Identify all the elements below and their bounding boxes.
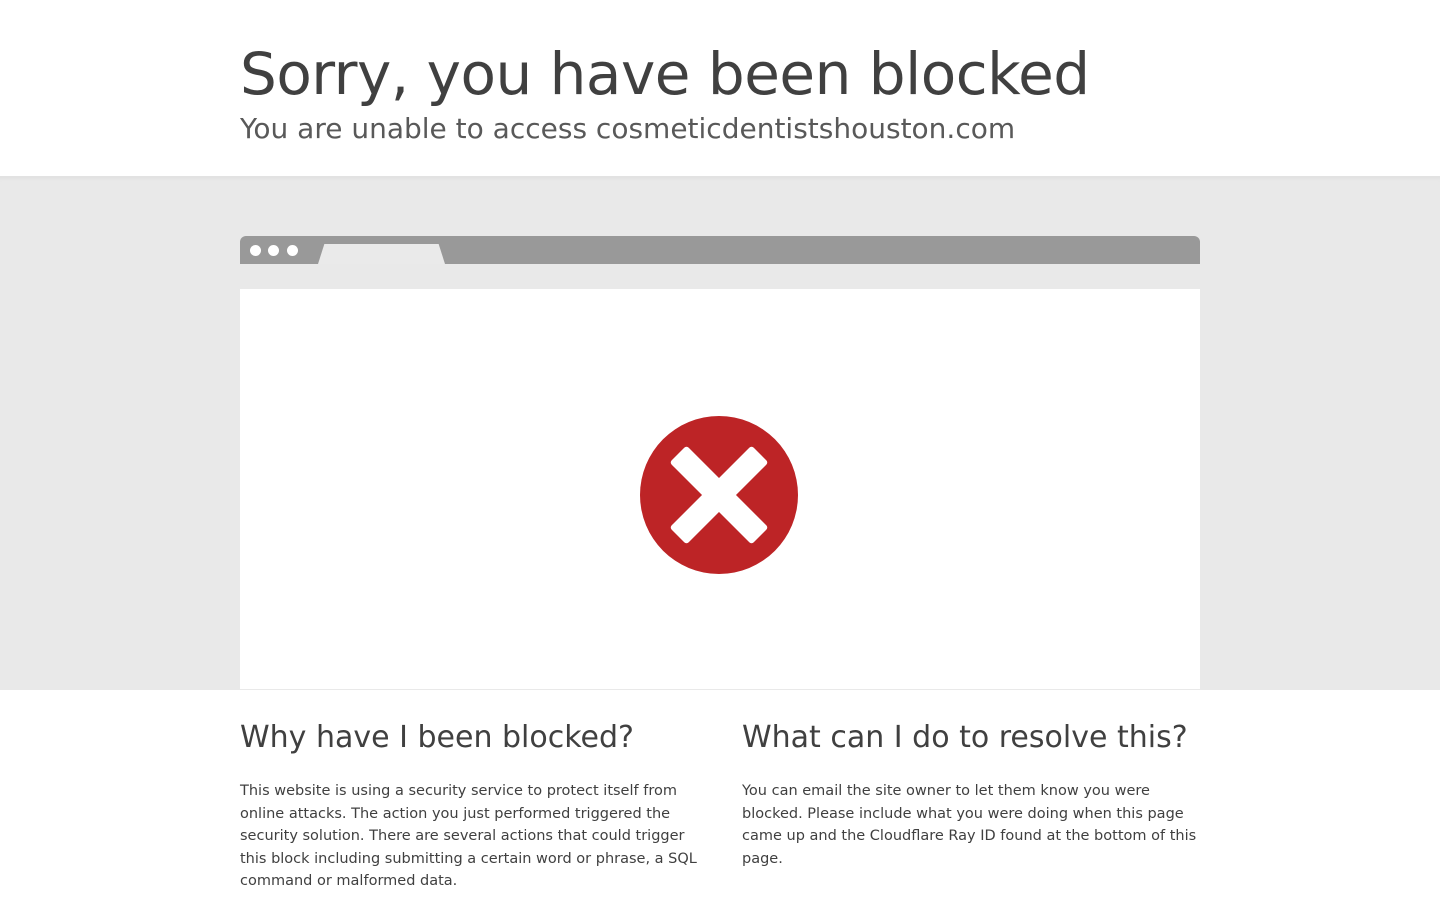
- header-content: Sorry, you have been blocked You are una…: [240, 36, 1200, 146]
- window-dot-icon: [250, 245, 261, 256]
- browser-content: [240, 289, 1200, 689]
- browser-illustration: [240, 236, 1200, 689]
- window-dot-icon: [268, 245, 279, 256]
- why-blocked-section: Why have I been blocked? This website is…: [240, 714, 700, 893]
- browser-title-bar: [240, 236, 1200, 264]
- page-subtitle: You are unable to access cosmeticdentist…: [240, 112, 1016, 145]
- error-x-circle-icon: [640, 416, 798, 574]
- window-dot-icon: [287, 245, 298, 256]
- resolve-section: What can I do to resolve this? You can e…: [742, 714, 1202, 870]
- why-blocked-text: This website is using a security service…: [240, 783, 697, 889]
- resolve-text: You can email the site owner to let them…: [742, 783, 1197, 867]
- page-title: Sorry, you have been blocked: [240, 40, 1090, 108]
- resolve-heading: What can I do to resolve this?: [742, 720, 1188, 755]
- why-blocked-heading: Why have I been blocked?: [240, 720, 634, 755]
- page-header: Sorry, you have been blocked You are una…: [0, 0, 1440, 176]
- browser-tab: [318, 244, 445, 264]
